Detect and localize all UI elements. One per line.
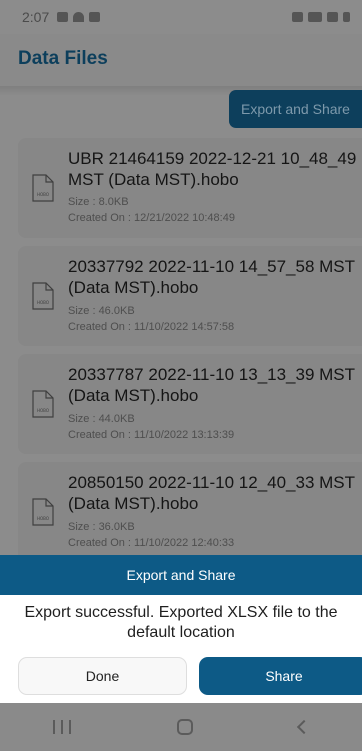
file-list-item[interactable]: HOBO 20850150 2022-11-10 12_40_33 MST (D… xyxy=(18,462,362,562)
file-list-item[interactable]: HOBO 20337792 2022-11-10 14_57_58 MST (D… xyxy=(18,246,362,346)
status-bar: 2:07 xyxy=(0,0,362,34)
page-title: Data Files xyxy=(18,48,108,69)
app-screen: 2:07 Data Files Export and Share HOBO UB… xyxy=(0,0,362,751)
battery-icon xyxy=(343,12,350,22)
file-size: Size : 46.0KB xyxy=(68,305,135,317)
export-share-button[interactable]: Export and Share xyxy=(229,90,362,128)
system-icons xyxy=(292,12,350,22)
file-created: Created On : 11/10/2022 12:40:33 xyxy=(68,537,235,549)
share-button[interactable]: Share xyxy=(199,657,362,695)
hobo-file-icon: HOBO xyxy=(32,282,54,310)
file-created: Created On : 12/21/2022 10:48:49 xyxy=(68,212,235,224)
signal-icon xyxy=(327,12,338,22)
notification-icons xyxy=(57,12,101,22)
file-size: Size : 44.0KB xyxy=(68,413,135,425)
data-icon xyxy=(308,12,322,22)
svg-text:HOBO: HOBO xyxy=(37,192,49,197)
message-icon xyxy=(57,12,69,22)
app-header: Data Files xyxy=(0,34,362,86)
hobo-file-icon: HOBO xyxy=(32,390,54,418)
export-dialog: Export successful. Exported XLSX file to… xyxy=(0,595,362,703)
system-nav-bar xyxy=(0,703,362,751)
svg-text:HOBO: HOBO xyxy=(37,516,49,521)
file-created: Created On : 11/10/2022 14:57:58 xyxy=(68,321,235,333)
file-name: 20337792 2022-11-10 14_57_58 MST (Data M… xyxy=(68,257,355,297)
file-name: 20337787 2022-11-10 13_13_39 MST (Data M… xyxy=(68,365,355,405)
done-button[interactable]: Done xyxy=(18,657,187,695)
file-created: Created On : 11/10/2022 13:13:39 xyxy=(68,429,235,441)
file-name: 20850150 2022-11-10 12_40_33 MST (Data M… xyxy=(68,473,355,513)
dialog-message: Export successful. Exported XLSX file to… xyxy=(24,604,338,641)
file-list-item[interactable]: HOBO UBR 21464159 2022-12-21 10_48_49 MS… xyxy=(18,138,362,238)
dialog-title: Export and Share xyxy=(0,555,362,595)
wifi-icon xyxy=(73,12,85,22)
hobo-file-icon: HOBO xyxy=(32,174,54,202)
file-size: Size : 8.0KB xyxy=(68,196,129,208)
status-time: 2:07 xyxy=(22,9,50,25)
back-icon[interactable] xyxy=(296,719,312,735)
alarm-icon xyxy=(292,12,303,22)
file-list-item[interactable]: HOBO 20337787 2022-11-10 13_13_39 MST (D… xyxy=(18,354,362,454)
svg-text:HOBO: HOBO xyxy=(37,300,49,305)
home-icon[interactable] xyxy=(177,719,193,735)
image-icon xyxy=(89,12,101,22)
svg-text:HOBO: HOBO xyxy=(37,408,49,413)
recents-icon[interactable] xyxy=(53,720,71,734)
file-name: UBR 21464159 2022-12-21 10_48_49 MST (Da… xyxy=(68,149,357,189)
file-size: Size : 36.0KB xyxy=(68,521,135,533)
hobo-file-icon: HOBO xyxy=(32,498,54,526)
